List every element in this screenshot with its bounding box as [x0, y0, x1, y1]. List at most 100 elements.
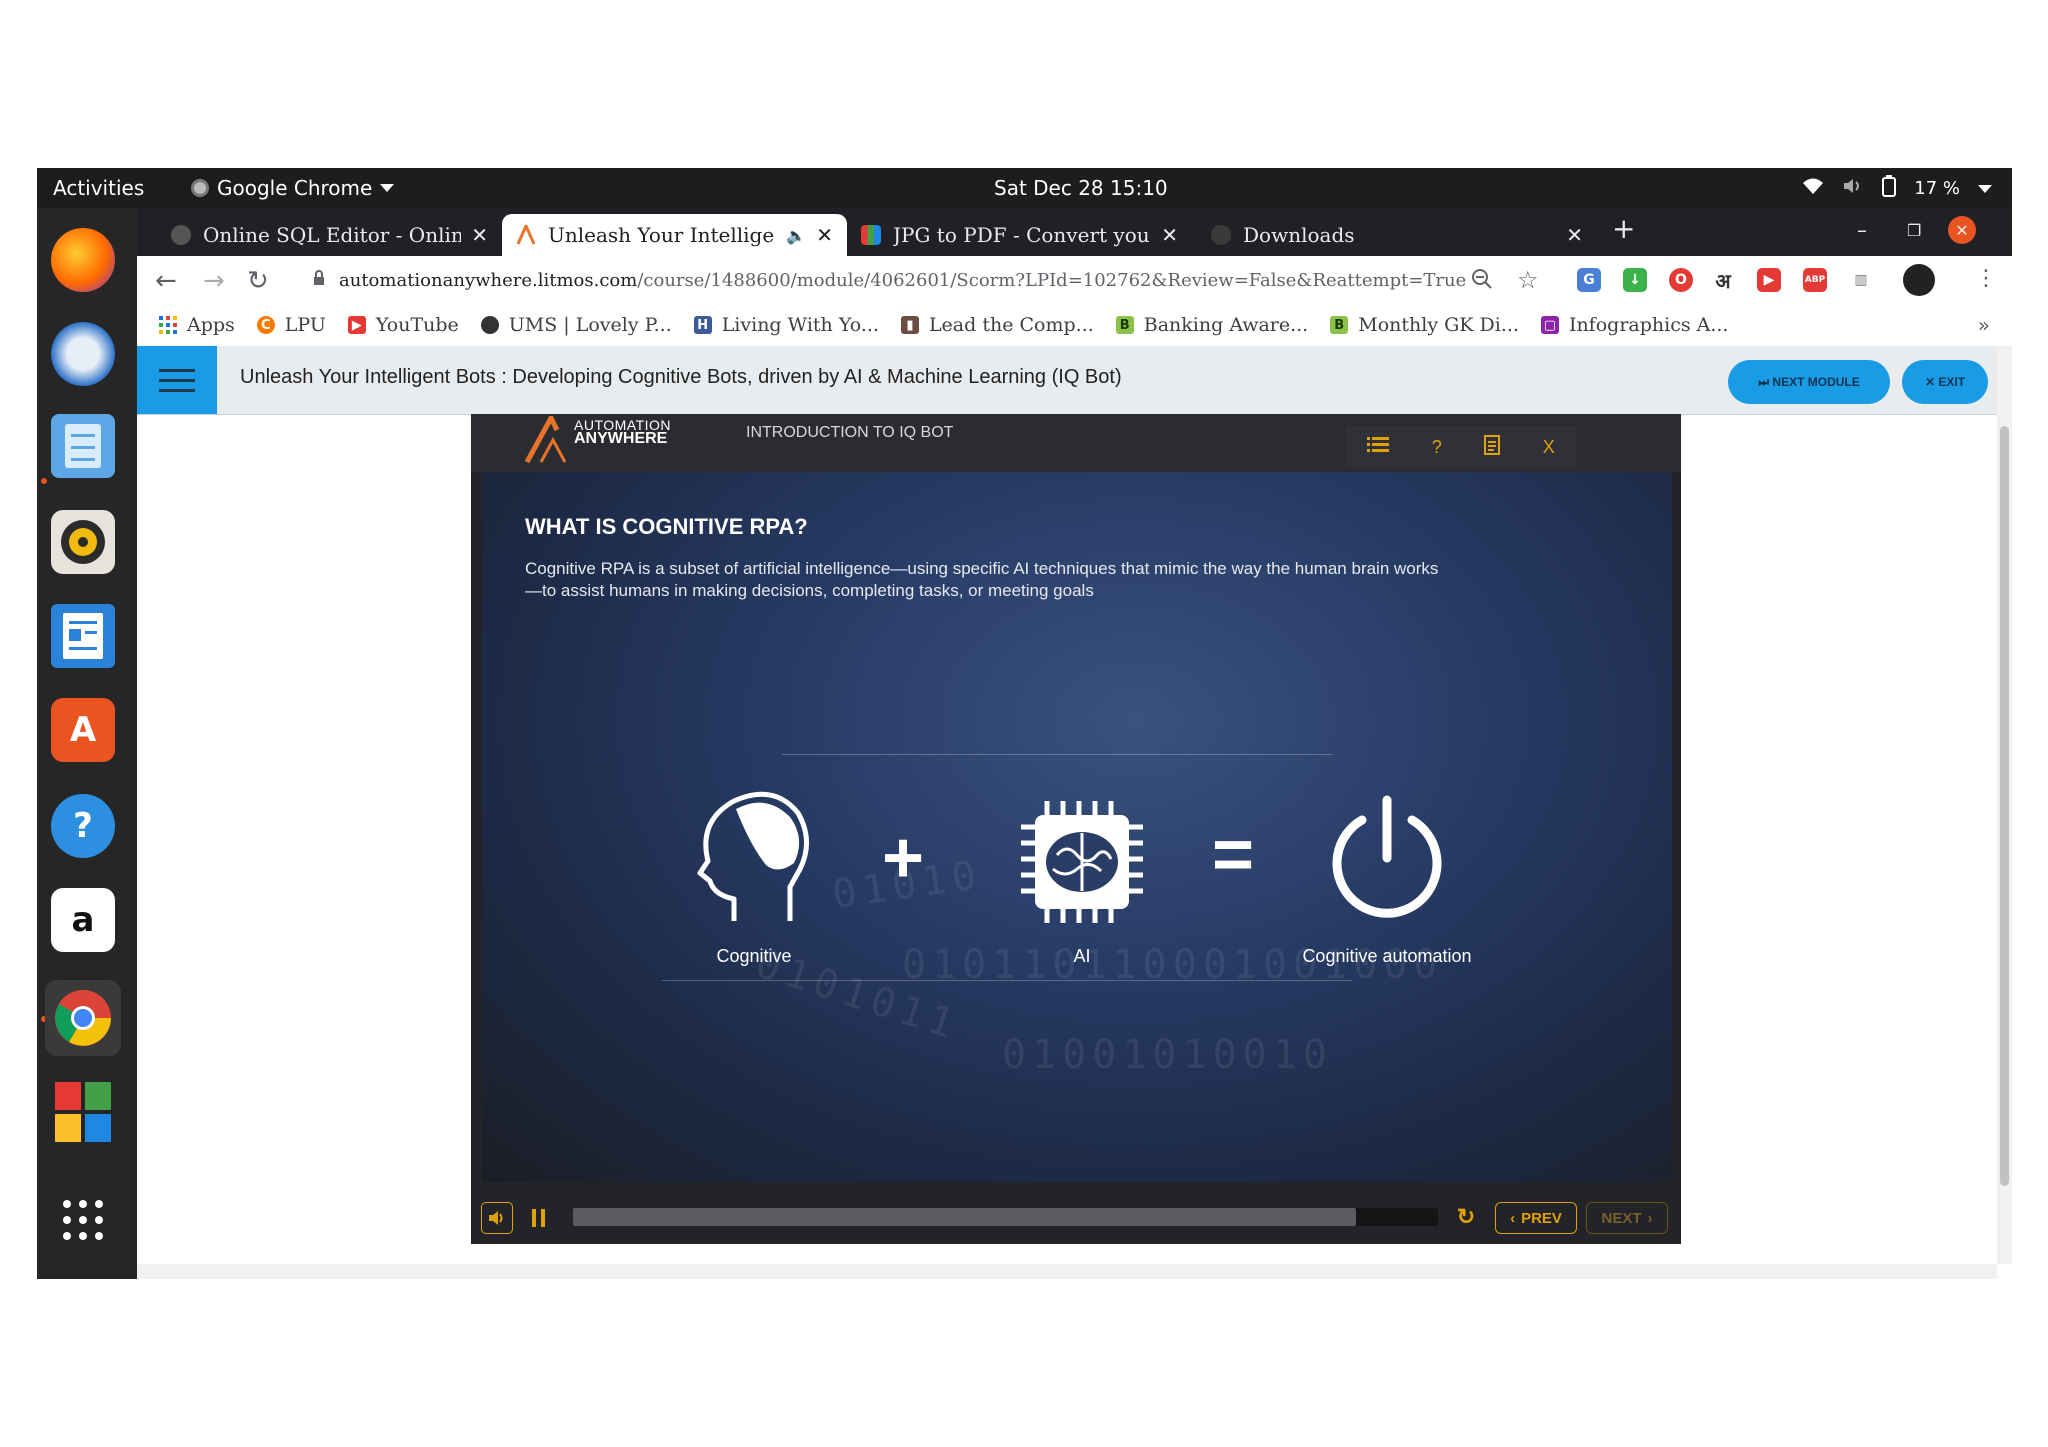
course-title: Unleash Your Intelligent Bots : Developi… — [240, 366, 1122, 388]
menu-list-icon[interactable] — [1367, 436, 1390, 459]
translate-extension-icon[interactable]: G — [1577, 268, 1601, 292]
volume-icon — [1842, 177, 1864, 200]
help-button[interactable]: ? — [1432, 437, 1442, 458]
audio-playing-icon[interactable]: 🔈 — [786, 226, 806, 245]
video-extension-icon[interactable]: ▶ — [1757, 268, 1781, 292]
rhythmbox-icon[interactable] — [51, 510, 115, 574]
office-icon[interactable] — [51, 1080, 115, 1144]
progress-bar[interactable] — [573, 1208, 1438, 1226]
bookmark-label: LPU — [284, 314, 326, 336]
player-top-bar: AUTOMATION ANYWHERE INTRODUCTION TO IQ B… — [471, 414, 1681, 472]
replay-icon[interactable]: ↻ — [1455, 1204, 1477, 1229]
address-bar[interactable]: automationanywhere.litmos.com/course/148… — [297, 262, 1707, 298]
hindi-extension-icon[interactable]: अ — [1711, 268, 1735, 293]
back-icon[interactable]: ← — [155, 266, 177, 296]
stats-extension-icon[interactable]: ▥ — [1849, 268, 1873, 292]
bookmark-living-with[interactable]: H Living With Yo... — [693, 314, 879, 336]
vertical-scrollbar[interactable] — [1997, 346, 2012, 1264]
tab-sql-editor[interactable]: Online SQL Editor - Onlin ✕ — [157, 214, 502, 256]
divider-line — [662, 980, 1352, 981]
bookmark-label: Living With Yo... — [721, 314, 879, 336]
bookmark-youtube[interactable]: ▶ YouTube — [347, 314, 459, 336]
wifi-icon — [1802, 177, 1824, 200]
bookmark-star-icon[interactable]: ☆ — [1517, 266, 1539, 294]
app-menu[interactable]: Google Chrome — [191, 176, 395, 200]
new-tab-icon[interactable]: + — [1612, 212, 1635, 245]
amazon-icon[interactable]: a — [51, 888, 115, 952]
horizontal-scrollbar[interactable] — [137, 1264, 1997, 1279]
close-tab-icon[interactable]: ✕ — [471, 223, 488, 247]
lpu-icon: C — [256, 316, 275, 334]
prev-button[interactable]: ‹ PREV — [1495, 1202, 1577, 1234]
bookmark-infographics[interactable]: ▢ Infographics A... — [1540, 314, 1729, 336]
mute-button[interactable] — [481, 1202, 513, 1234]
bookmark-label: Apps — [187, 314, 235, 336]
chevron-down-icon — [1978, 184, 1992, 193]
tab-jpg-to-pdf[interactable]: JPG to PDF - Convert you ✕ — [847, 214, 1192, 256]
desktop-screen: Activities Google Chrome Sat Dec 28 15:1… — [37, 168, 2012, 1279]
restore-icon[interactable]: ❐ — [1907, 221, 1921, 240]
pause-button[interactable] — [531, 1208, 547, 1228]
app-grid-icon[interactable] — [51, 1188, 115, 1252]
hamburger-menu-icon[interactable] — [137, 346, 217, 414]
tab-unleash-bots[interactable]: Unleash Your Intellige 🔈 ✕ — [502, 214, 847, 256]
activities-button[interactable]: Activities — [53, 176, 144, 200]
more-bookmarks-icon[interactable]: » — [1978, 313, 1990, 337]
adblock-extension-icon[interactable]: ABP — [1803, 268, 1827, 292]
next-button[interactable]: NEXT › — [1586, 1202, 1668, 1234]
minimize-icon[interactable]: – — [1857, 218, 1867, 242]
bookmarks-bar: Apps C LPU ▶ YouTube UMS | Lovely P... H… — [137, 304, 2012, 346]
close-window-icon[interactable]: ✕ — [1948, 216, 1976, 244]
system-tray[interactable]: 17 % — [1802, 175, 1992, 202]
slide-body: Cognitive RPA is a subset of artificial … — [525, 559, 1439, 600]
next-module-button[interactable]: ⏭ NEXT MODULE — [1728, 360, 1890, 404]
firefox-icon[interactable] — [51, 228, 115, 292]
chrome-dock-icon[interactable] — [45, 980, 121, 1056]
binary-background: 01001010010 — [1002, 1032, 1333, 1078]
opera-extension-icon[interactable]: O — [1669, 268, 1693, 292]
power-icon — [1332, 795, 1442, 918]
equals-sign: = — [1212, 815, 1255, 895]
app-menu-label: Google Chrome — [217, 176, 373, 200]
speaker-icon — [489, 1211, 503, 1225]
close-player-button[interactable]: X — [1543, 437, 1555, 458]
close-tab-icon[interactable]: ✕ — [1566, 223, 1583, 247]
software-center-icon[interactable]: A — [51, 698, 115, 762]
zoom-icon[interactable] — [1471, 268, 1493, 296]
youtube-icon: ▶ — [347, 316, 366, 334]
bookmark-label: Infographics A... — [1568, 314, 1729, 336]
close-tab-icon[interactable]: ✕ — [816, 223, 833, 247]
infographics-icon: ▢ — [1540, 316, 1559, 334]
browser-toolbar: ← → ↻ automationanywhere.litmos.com/cour… — [137, 256, 2012, 304]
bookmark-apps[interactable]: Apps — [159, 314, 235, 336]
bookmark-banking-aware[interactable]: B Banking Aware... — [1115, 314, 1308, 336]
lead-icon: ▮ — [900, 316, 919, 334]
bookmark-monthly-gk[interactable]: B Monthly GK Di... — [1330, 314, 1519, 336]
bookmark-label: Lead the Comp... — [928, 314, 1094, 336]
profile-avatar[interactable] — [1903, 264, 1935, 296]
battery-percent: 17 % — [1914, 178, 1960, 199]
help-icon[interactable]: ? — [51, 794, 115, 858]
bookmark-lead-the-comp[interactable]: ▮ Lead the Comp... — [900, 314, 1094, 336]
scroll-thumb[interactable] — [2000, 426, 2009, 1186]
close-tab-icon[interactable]: ✕ — [1161, 223, 1178, 247]
bookmark-ums[interactable]: UMS | Lovely P... — [480, 314, 672, 336]
reload-icon[interactable]: ↻ — [247, 266, 269, 296]
files-icon[interactable] — [51, 414, 115, 478]
next-label: NEXT — [1601, 1209, 1642, 1227]
notes-icon[interactable] — [1484, 434, 1501, 460]
sql-favicon-icon — [171, 225, 191, 245]
thunderbird-icon[interactable] — [51, 322, 115, 386]
tab-downloads[interactable]: Downloads ✕ — [1197, 214, 1597, 256]
downloads-favicon-icon — [1211, 225, 1231, 245]
download-extension-icon[interactable]: ↓ — [1623, 268, 1647, 292]
exit-button[interactable]: ✕ EXIT — [1902, 360, 1988, 404]
writer-icon[interactable] — [51, 604, 115, 668]
forward-icon[interactable]: → — [203, 266, 225, 296]
clock[interactable]: Sat Dec 28 15:10 — [994, 176, 1168, 200]
caption-cognitive: Cognitive — [716, 946, 792, 966]
menu-kebab-icon[interactable]: ⋮ — [1975, 266, 1997, 291]
bookmark-lpu[interactable]: C LPU — [256, 314, 326, 336]
slide-heading: WHAT IS COGNITIVE RPA? — [525, 514, 808, 539]
bookmark-label: UMS | Lovely P... — [508, 314, 672, 336]
